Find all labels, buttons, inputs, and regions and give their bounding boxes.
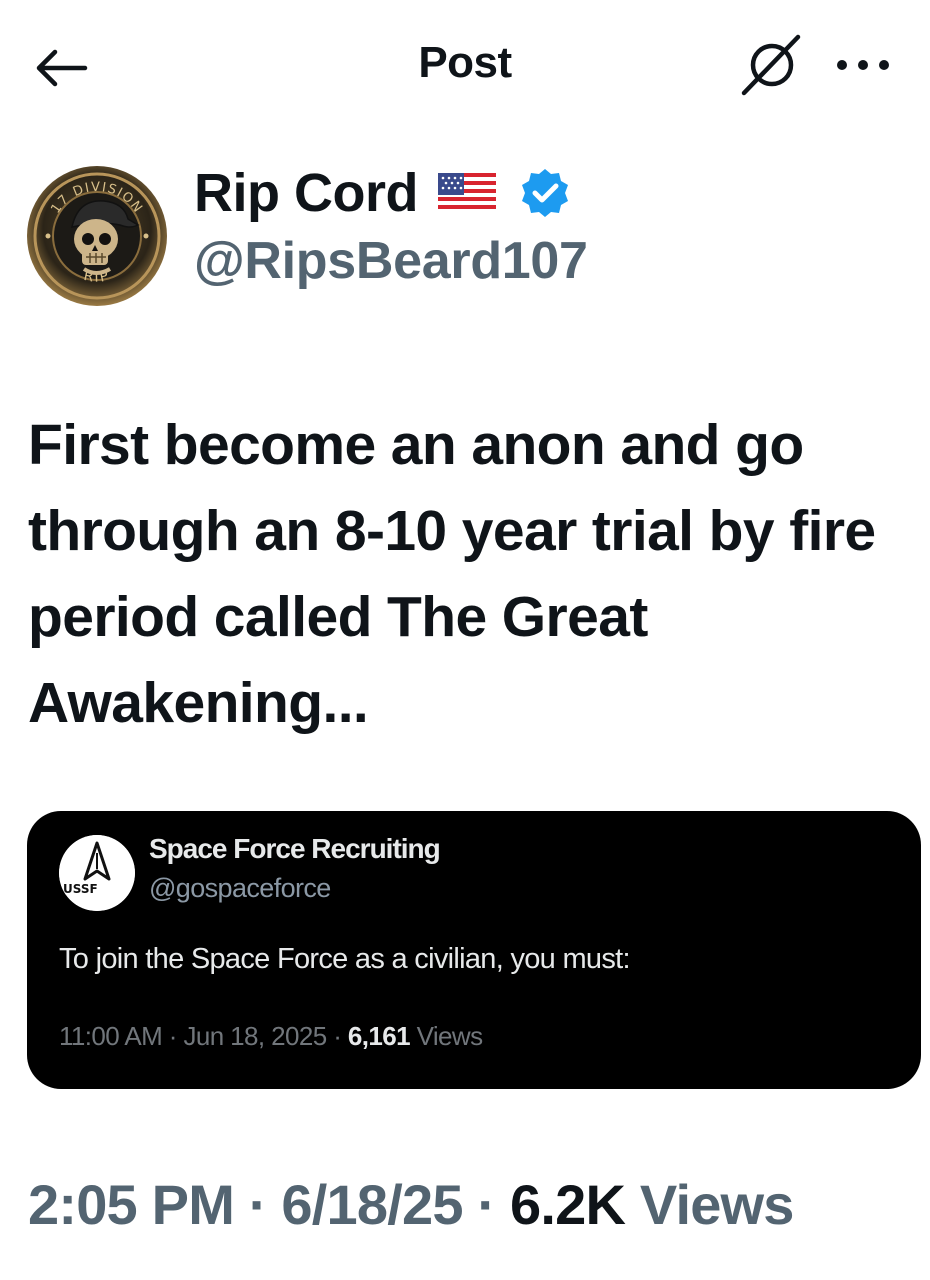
- quoted-views-label: Views: [416, 1021, 483, 1051]
- more-options-button[interactable]: [828, 40, 898, 90]
- post-date[interactable]: 6/18/25: [281, 1173, 463, 1236]
- display-name-row: Rip Cord: [194, 161, 572, 225]
- grok-button[interactable]: [736, 32, 806, 98]
- top-bar: Post: [0, 0, 930, 130]
- grok-icon: [741, 34, 801, 96]
- avatar[interactable]: 17 DIVISION RIP: [26, 165, 168, 307]
- skull-badge-icon: 17 DIVISION RIP: [27, 166, 167, 306]
- author-handle[interactable]: @RipsBeard107: [194, 231, 588, 291]
- post-time[interactable]: 2:05 PM: [28, 1173, 235, 1236]
- more-horizontal-icon: [837, 60, 889, 70]
- quoted-views-count: 6,161: [347, 1021, 411, 1051]
- verified-badge-icon[interactable]: [518, 166, 572, 220]
- views-label: Views: [639, 1173, 795, 1236]
- quoted-display-name: Space Force Recruiting: [149, 833, 441, 864]
- author-header: 17 DIVISION RIP Rip Cord @RipsBeard107: [26, 163, 906, 315]
- ussf-label: USSF: [63, 882, 98, 896]
- quoted-time: 11:00 AM: [59, 1021, 163, 1051]
- quoted-text: To join the Space Force as a civilian, y…: [59, 943, 631, 975]
- quoted-handle: @gospaceforce: [149, 873, 331, 903]
- display-name[interactable]: Rip Cord: [194, 162, 418, 224]
- quoted-date: Jun 18, 2025: [183, 1021, 327, 1051]
- quoted-meta: 11:00 AM · Jun 18, 2025 · 6,161 Views: [59, 1021, 483, 1051]
- views-count: 6.2K: [510, 1173, 626, 1236]
- us-flag-icon: [437, 173, 496, 213]
- ussf-avatar: USSF: [59, 835, 135, 911]
- post-text: First become an anon and go through an 8…: [28, 413, 876, 735]
- attached-image[interactable]: USSF Space Force Recruiting @gospaceforc…: [27, 811, 921, 1089]
- post-meta: 2:05 PM · 6/18/25 · 6.2K Views: [28, 1173, 795, 1236]
- ussf-delta-icon: USSF: [59, 835, 135, 911]
